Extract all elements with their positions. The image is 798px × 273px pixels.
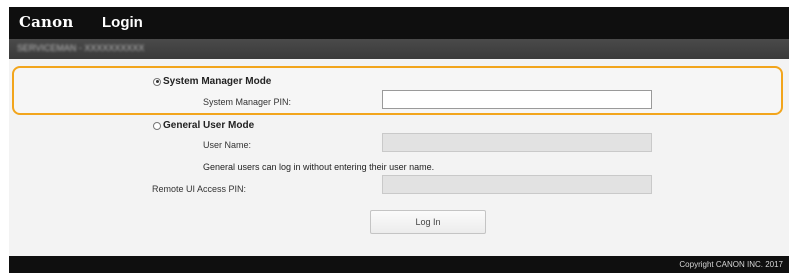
sub-header-bar: SERVICEMAN - XXXXXXXXXX — [9, 39, 789, 59]
general-user-mode-label: General User Mode — [163, 120, 255, 131]
footer-bar: Copyright CANON INC. 2017 — [9, 256, 789, 273]
remote-ui-pin-label: Remote UI Access PIN: — [152, 184, 247, 194]
system-manager-pin-input[interactable] — [382, 90, 652, 109]
log-in-button[interactable]: Log In — [370, 210, 486, 234]
system-manager-mode-option[interactable]: System Manager Mode — [153, 76, 271, 87]
user-name-input[interactable] — [382, 133, 652, 152]
sub-header-text: SERVICEMAN - XXXXXXXXXX — [17, 43, 145, 53]
system-manager-radio[interactable] — [153, 77, 161, 86]
header-bar: Canon Login — [9, 7, 789, 39]
general-user-mode-option[interactable]: General User Mode — [153, 120, 254, 131]
system-manager-pin-label: System Manager PIN: — [203, 97, 292, 107]
login-page: Canon Login SERVICEMAN - XXXXXXXXXX Syst… — [9, 7, 789, 273]
system-manager-mode-label: System Manager Mode — [163, 76, 272, 87]
general-user-radio[interactable] — [153, 121, 161, 130]
page-title: Login — [102, 14, 143, 31]
remote-ui-pin-input[interactable] — [382, 175, 652, 194]
copyright-text: Copyright CANON INC. 2017 — [679, 260, 783, 269]
user-name-label: User Name: — [203, 140, 252, 150]
canon-logo: Canon — [19, 13, 74, 31]
general-user-note: General users can log in without enterin… — [203, 162, 435, 172]
